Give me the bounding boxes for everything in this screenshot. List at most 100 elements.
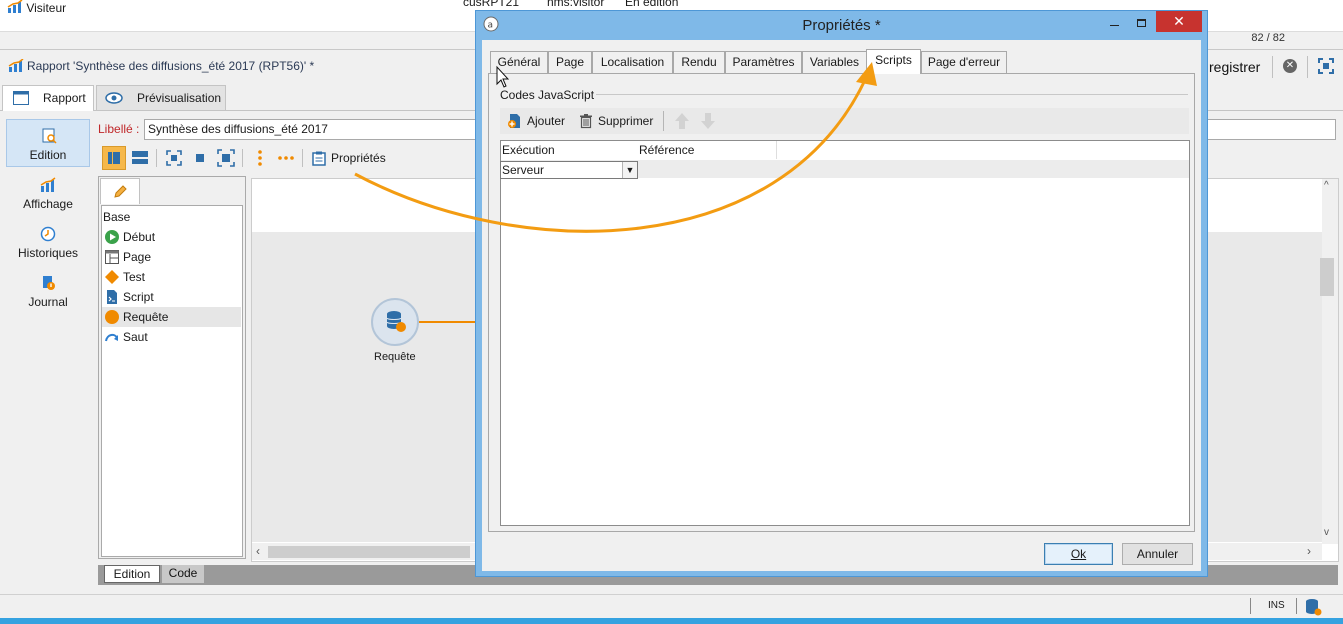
- tab-localisation[interactable]: Localisation: [592, 51, 673, 74]
- test-icon: [105, 270, 119, 284]
- palette-item-label: Début: [123, 230, 156, 244]
- page-icon: [105, 250, 119, 264]
- taskbar-strip: [0, 618, 1343, 624]
- dialog-title: Propriétés *: [802, 17, 881, 34]
- query-node[interactable]: [371, 298, 419, 346]
- execution-select[interactable]: Serveur: [500, 161, 638, 179]
- zoom-actual-icon[interactable]: [188, 146, 212, 170]
- horizontal-scroll-thumb[interactable]: [268, 546, 470, 558]
- vertical-dots-icon[interactable]: [248, 146, 272, 170]
- scroll-down-icon[interactable]: v: [1324, 527, 1329, 538]
- edit-page-icon: [42, 128, 57, 144]
- toolbar-separator: [242, 149, 243, 167]
- palette-item-script[interactable]: Script: [102, 287, 241, 307]
- fullscreen-icon[interactable]: [1318, 58, 1334, 74]
- chevron-down-icon[interactable]: ▼: [622, 162, 637, 178]
- toolbar-separator: [1272, 56, 1273, 78]
- palette-item-label: Requête: [123, 310, 169, 324]
- column-divider: [776, 141, 777, 159]
- clipboard-icon: [312, 151, 326, 166]
- nav-affichage[interactable]: Affichage: [6, 169, 90, 217]
- palette-item-label: Script: [123, 290, 154, 304]
- libelle-label: Libellé :: [98, 122, 140, 136]
- maximize-icon[interactable]: [1128, 14, 1154, 34]
- clock-icon: [40, 226, 56, 242]
- tab-scripts[interactable]: Scripts: [866, 49, 921, 74]
- palette-item-saut[interactable]: Saut: [102, 327, 241, 347]
- database-icon: [386, 311, 406, 332]
- remove-button[interactable]: Supprimer: [576, 111, 653, 131]
- nav-label: Affichage: [23, 197, 73, 211]
- remove-label: Supprimer: [598, 114, 654, 128]
- tab-rapport[interactable]: Rapport: [2, 85, 94, 111]
- nav-label: Historiques: [17, 246, 79, 260]
- tab-edition[interactable]: Edition: [104, 565, 160, 583]
- report-icon: [7, 0, 23, 13]
- journal-icon: [43, 276, 55, 290]
- tab-variables[interactable]: Variables: [802, 51, 867, 74]
- zoom-page-icon[interactable]: [214, 146, 238, 170]
- tab-rendu[interactable]: Rendu: [673, 51, 725, 74]
- add-label: Ajouter: [527, 114, 566, 128]
- jump-icon: [105, 333, 118, 342]
- tab-code[interactable]: Code: [162, 565, 204, 583]
- column-header-execution[interactable]: Exécution: [502, 143, 555, 157]
- toolbar-separator: [1307, 56, 1308, 78]
- node-label: Requête: [374, 351, 416, 363]
- tab-parametres[interactable]: Paramètres: [725, 51, 802, 74]
- status-separator: [1296, 598, 1297, 614]
- layout-horizontal-icon[interactable]: [128, 146, 152, 170]
- palette-item-requete[interactable]: Requête: [102, 307, 241, 327]
- report-icon: [8, 59, 24, 72]
- ok-button[interactable]: Ok: [1044, 543, 1113, 565]
- zoom-fit-icon[interactable]: [162, 146, 186, 170]
- add-script-icon: [508, 114, 520, 128]
- group-label: Codes JavaScript: [500, 88, 597, 102]
- scroll-left-icon[interactable]: ‹: [256, 544, 260, 558]
- tab-general[interactable]: Général: [490, 51, 548, 74]
- list-row[interactable]: Visiteur: [7, 0, 66, 18]
- nav-historiques[interactable]: Historiques: [6, 218, 90, 266]
- palette-item-debut[interactable]: Début: [102, 227, 241, 247]
- start-icon: [105, 230, 119, 244]
- save-button[interactable]: registrer: [1209, 59, 1260, 75]
- report-title: Rapport 'Synthèse des diffusions_été 201…: [27, 59, 315, 73]
- database-status-icon[interactable]: [1304, 598, 1322, 616]
- vertical-scrollbar[interactable]: [1322, 179, 1338, 544]
- close-icon[interactable]: ✕: [1156, 11, 1202, 32]
- cancel-button[interactable]: Annuler: [1122, 543, 1193, 565]
- add-button[interactable]: Ajouter: [505, 111, 565, 131]
- properties-label: Propriétés: [331, 151, 386, 165]
- nav-label: Edition: [29, 148, 67, 162]
- horizontal-dots-icon[interactable]: [274, 146, 298, 170]
- record-counter: 82 / 82: [1251, 32, 1285, 44]
- close-report-icon[interactable]: ✕: [1283, 59, 1297, 73]
- scripts-grid: [500, 140, 1190, 526]
- palette-item-page[interactable]: Page: [102, 247, 241, 267]
- transition-line: [419, 321, 477, 323]
- script-icon: [107, 290, 117, 304]
- tab-page[interactable]: Page: [548, 51, 592, 74]
- insert-mode-indicator: INS: [1268, 600, 1285, 611]
- column-header-reference[interactable]: Référence: [639, 143, 694, 157]
- nav-journal[interactable]: Journal: [6, 267, 90, 315]
- move-up-icon[interactable]: [674, 112, 690, 130]
- tab-page-erreur[interactable]: Page d'erreur: [921, 51, 1007, 74]
- palette-title: Base: [103, 210, 131, 224]
- nav-edition[interactable]: Edition: [6, 119, 90, 167]
- move-down-icon[interactable]: [700, 112, 716, 130]
- minimize-icon[interactable]: [1101, 14, 1127, 34]
- eye-icon: [105, 92, 123, 104]
- vertical-scroll-thumb[interactable]: [1320, 258, 1334, 296]
- left-navigation: Edition Affichage Historiques Journal: [0, 111, 92, 586]
- scroll-right-icon[interactable]: ›: [1307, 544, 1311, 558]
- tab-label: Prévisualisation: [137, 91, 222, 105]
- properties-button[interactable]: Propriétés: [309, 147, 386, 169]
- ok-label: Ok: [1070, 547, 1087, 561]
- scroll-up-icon[interactable]: ^: [1324, 180, 1329, 191]
- palette-tab[interactable]: [100, 178, 140, 204]
- chart-icon: [40, 177, 56, 192]
- layout-vertical-icon[interactable]: [102, 146, 126, 170]
- palette-item-test[interactable]: Test: [102, 267, 241, 287]
- tab-previsualisation[interactable]: Prévisualisation: [96, 85, 226, 111]
